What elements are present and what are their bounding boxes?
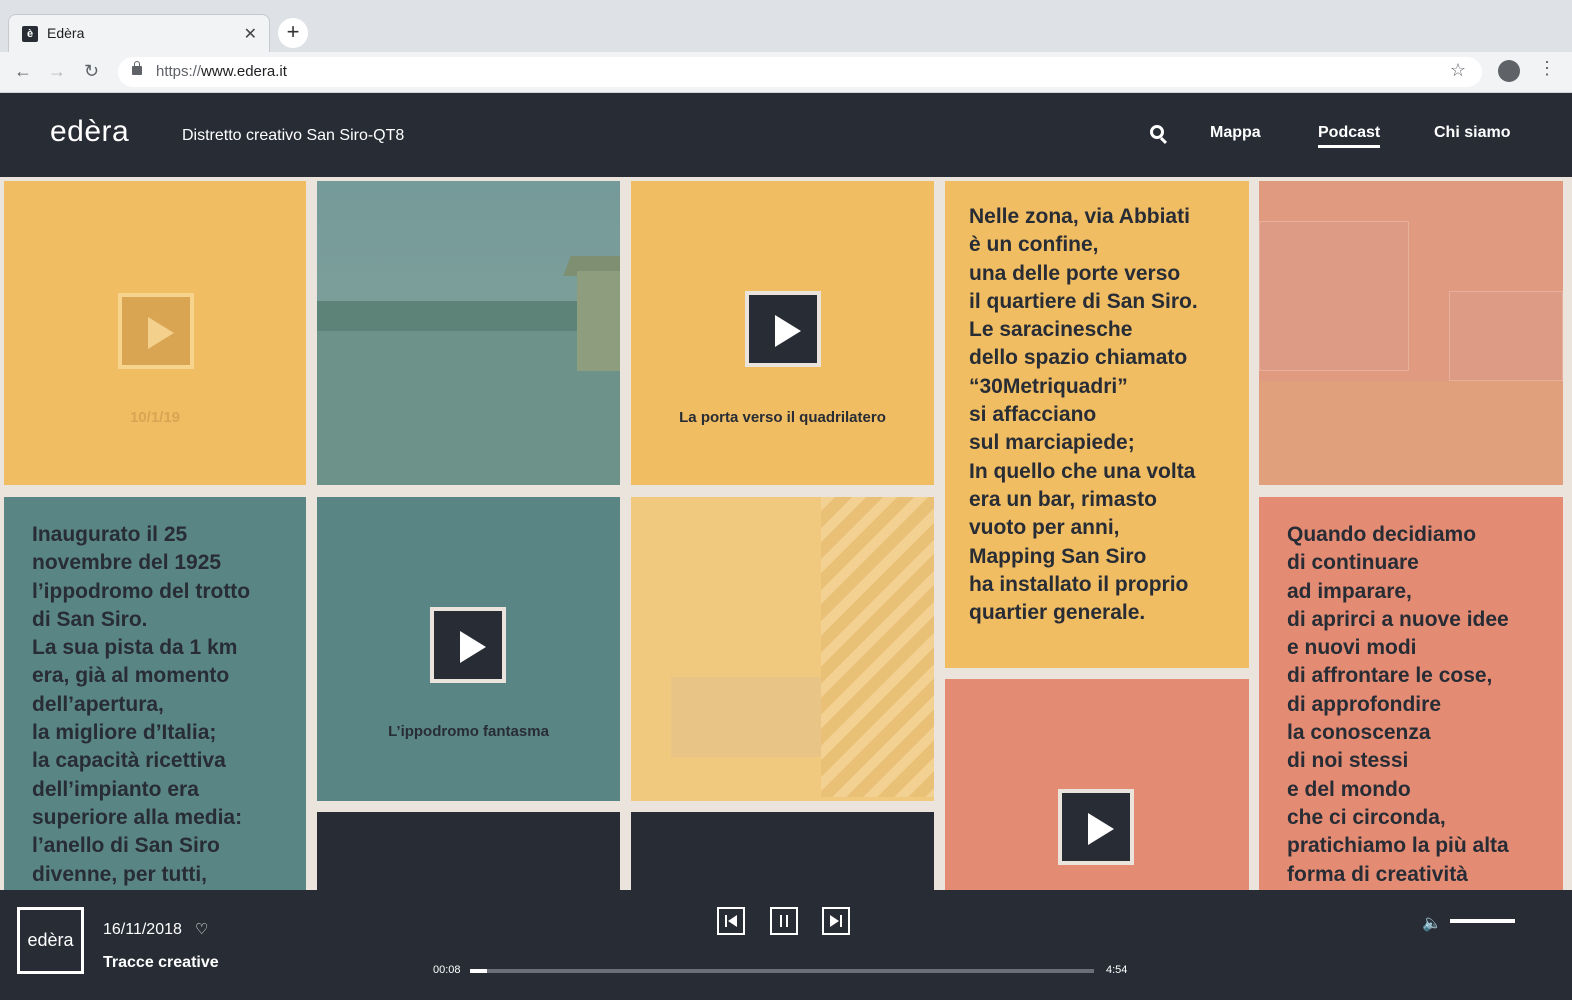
search-icon[interactable] — [1150, 125, 1164, 139]
browser-tab[interactable]: è Edèra ✕ — [8, 14, 270, 52]
tile-text: Nelle zona, via Abbiati è un confine, un… — [969, 205, 1198, 625]
browser-toolbar: ← → ↻ https://www.edera.it ☆ ⋮ — [0, 52, 1572, 93]
podcast-tile-salmon[interactable] — [945, 679, 1249, 890]
text-tile-ippodromo: Inaugurato il 25 novembre del 1925 l’ipp… — [4, 497, 306, 890]
account-icon[interactable] — [1498, 60, 1520, 82]
photo-tile-stadium[interactable] — [1259, 181, 1563, 485]
site-logo[interactable]: edèra — [50, 115, 129, 149]
site-subtitle: Distretto creativo San Siro-QT8 — [182, 127, 405, 144]
nav-mappa[interactable]: Mappa — [1210, 124, 1261, 142]
next-button[interactable] — [822, 907, 850, 935]
photo-building — [1449, 291, 1563, 381]
podcast-grid: 10/1/19 La porta verso il quadrilatero N… — [0, 177, 1572, 890]
tile-title: La porta verso il quadrilatero — [679, 409, 886, 426]
play-icon[interactable] — [430, 607, 506, 683]
tile-date: 10/1/19 — [129, 409, 181, 426]
nav-chi-siamo[interactable]: Chi siamo — [1434, 124, 1510, 142]
favicon-icon: è — [22, 26, 38, 42]
podcast-tile-dark-1[interactable] — [317, 812, 620, 890]
play-icon[interactable] — [745, 291, 821, 367]
site-header: edèra Distretto creativo San Siro-QT8 Ma… — [0, 93, 1572, 177]
audio-player: edèra 16/11/2018 ♡ Tracce creative 00:08… — [0, 890, 1572, 1000]
kebab-menu-icon[interactable]: ⋮ — [1538, 58, 1556, 79]
player-date: 16/11/2018 — [103, 921, 182, 938]
podcast-tile-porta[interactable]: La porta verso il quadrilatero — [631, 181, 934, 485]
text-tile-creativita: Quando decidiamo di continuare ad impara… — [1259, 497, 1563, 890]
tile-title: L’ippodromo fantasma — [388, 723, 549, 740]
duration-time: 4:54 — [1106, 964, 1128, 976]
photo-building — [577, 271, 620, 371]
nav-podcast[interactable]: Podcast — [1318, 124, 1381, 148]
player-track-title: Tracce creative — [103, 954, 219, 971]
forward-icon[interactable]: → — [48, 61, 66, 82]
reload-icon[interactable]: ↻ — [84, 61, 99, 82]
photo-desk — [671, 677, 821, 757]
photo-stadium-structure — [1259, 221, 1409, 371]
play-icon[interactable] — [118, 293, 194, 369]
progress-bar[interactable] — [470, 969, 1094, 973]
browser-tab-strip: è Edèra ✕ + — [0, 0, 1572, 52]
podcast-tile-ippodromo-fantasma[interactable]: L’ippodromo fantasma — [317, 497, 620, 801]
volume-slider[interactable] — [1450, 919, 1515, 923]
play-icon[interactable] — [1058, 789, 1134, 865]
podcast-tile-dark-2[interactable] — [631, 812, 934, 890]
text-tile-abbiati: Nelle zona, via Abbiati è un confine, un… — [945, 181, 1249, 668]
url-text: https://www.edera.it — [156, 63, 287, 80]
player-logo: edèra — [17, 907, 84, 974]
progress-fill — [470, 969, 487, 973]
photo-tile-30metriquadri[interactable] — [631, 497, 934, 801]
tab-title: Edèra — [47, 25, 85, 41]
tile-text: Quando decidiamo di continuare ad impara… — [1287, 523, 1509, 886]
photo-sky — [317, 181, 620, 321]
previous-button[interactable] — [717, 907, 745, 935]
photo-wall — [821, 497, 934, 797]
photo-trees — [317, 301, 620, 331]
heart-icon[interactable]: ♡ — [195, 920, 208, 938]
photo-tile-ippodromo[interactable] — [317, 181, 620, 485]
volume-icon[interactable]: 🔈 — [1422, 913, 1442, 933]
pause-button[interactable] — [770, 907, 798, 935]
lock-icon — [132, 61, 142, 75]
tile-text: Inaugurato il 25 novembre del 1925 l’ipp… — [32, 523, 251, 886]
star-icon[interactable]: ☆ — [1450, 60, 1466, 81]
elapsed-time: 00:08 — [433, 964, 461, 976]
photo-lawn — [1259, 381, 1563, 485]
new-tab-button[interactable]: + — [278, 18, 308, 48]
podcast-tile-1[interactable]: 10/1/19 — [4, 181, 306, 485]
close-icon[interactable]: ✕ — [244, 24, 257, 44]
address-bar[interactable]: https://www.edera.it ☆ — [118, 57, 1482, 87]
back-icon[interactable]: ← — [14, 61, 32, 82]
